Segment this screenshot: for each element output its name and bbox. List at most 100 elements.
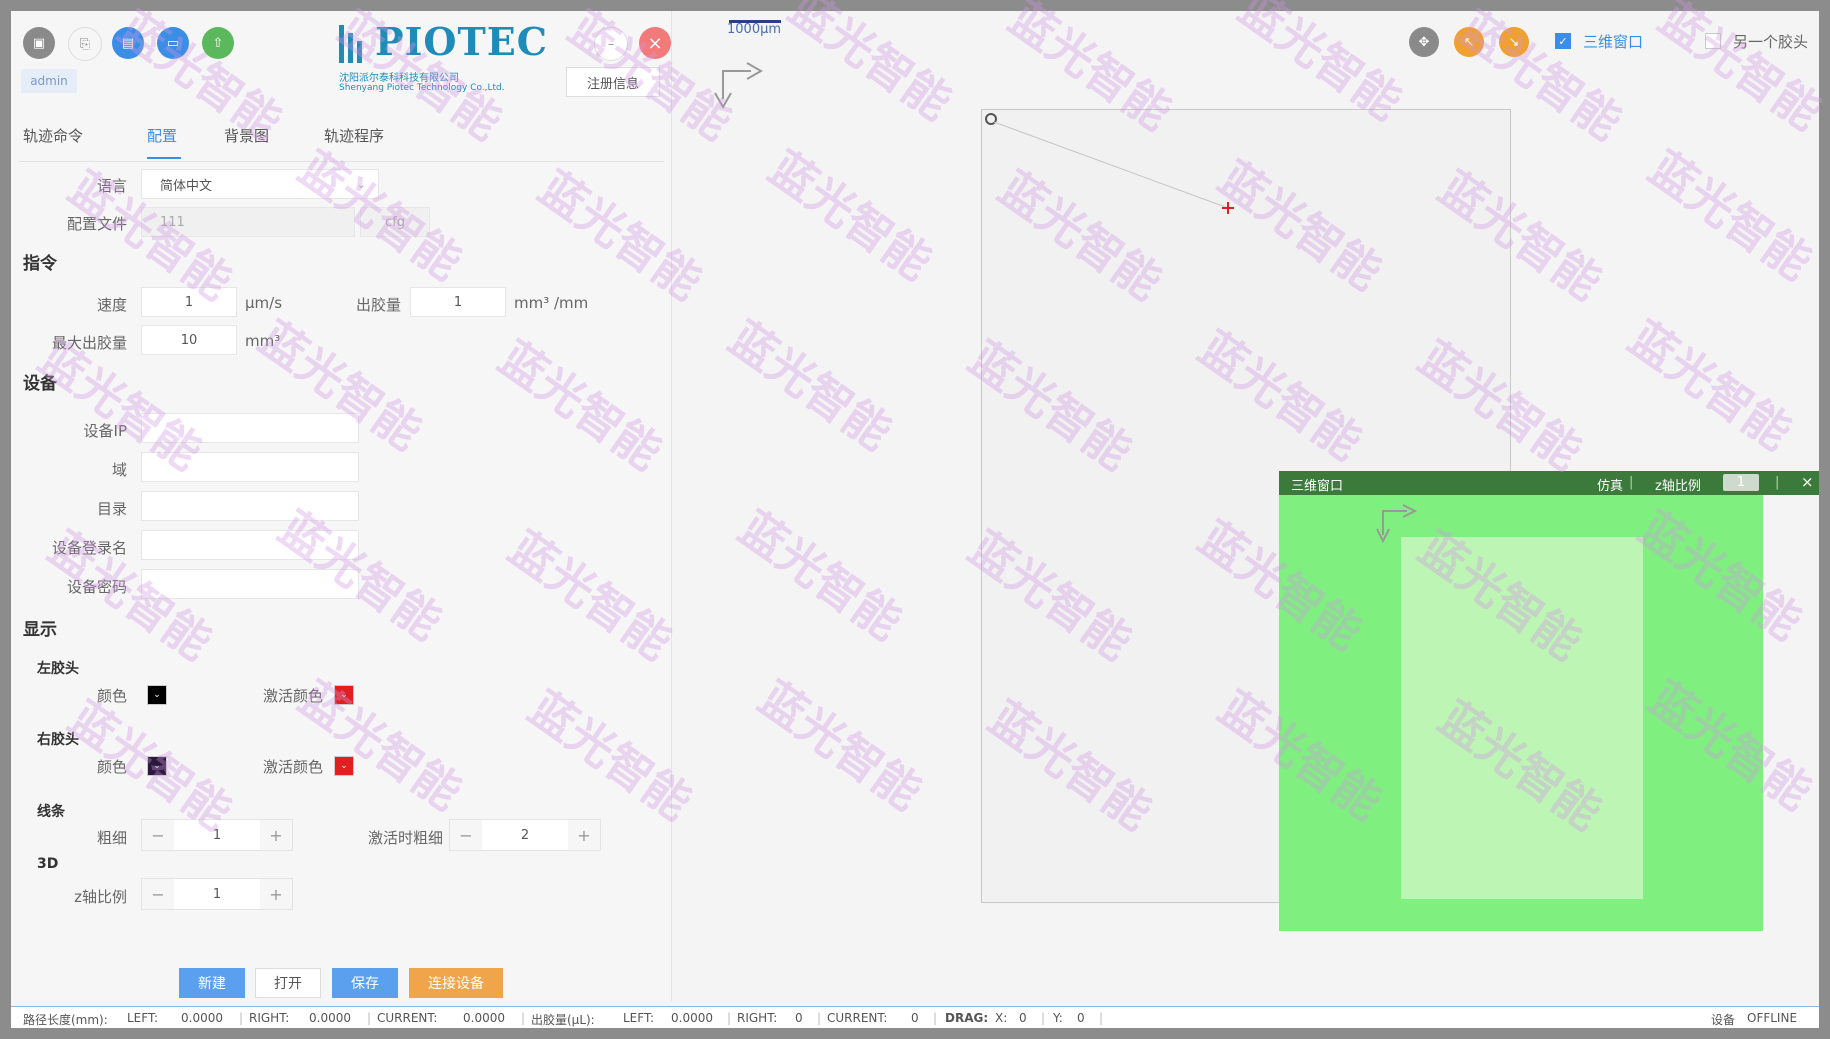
max-glue-input[interactable]: 10: [141, 325, 237, 355]
3d-z-ratio-label: z轴比例: [1655, 479, 1701, 494]
glue-current-label: CURRENT:: [827, 1011, 888, 1025]
language-value: 简体中文: [160, 178, 213, 194]
glue-right-value: 0: [795, 1011, 803, 1025]
open-button[interactable]: 打开: [255, 968, 321, 998]
drag-y-label: Y:: [1053, 1011, 1063, 1025]
device-password-label: 设备密码: [66, 578, 127, 596]
right-head-heading: 右胶头: [37, 732, 79, 748]
domain-input[interactable]: [141, 452, 359, 482]
3d-z-ratio-input[interactable]: 1: [1723, 474, 1759, 491]
active-thickness-label: 激活时粗细: [367, 829, 443, 847]
device-login-input[interactable]: [141, 530, 359, 560]
increment-icon[interactable]: +: [260, 879, 292, 909]
device-ip-input[interactable]: [141, 413, 359, 443]
folder-icon[interactable]: ▭: [157, 27, 189, 59]
path-left-value: 0.0000: [181, 1011, 223, 1025]
thickness-stepper[interactable]: − 1 +: [141, 819, 293, 851]
max-glue-unit: mm³: [245, 332, 281, 350]
config-file-input[interactable]: 111: [141, 207, 355, 237]
glue-amount-label: 出胶量: [355, 296, 401, 314]
right-active-color-label: 激活颜色: [262, 758, 323, 776]
close-button[interactable]: ×: [639, 27, 671, 59]
z-ratio-label: z轴比例: [74, 888, 127, 906]
increment-icon[interactable]: +: [568, 820, 600, 850]
decrement-icon[interactable]: −: [450, 820, 482, 850]
glue-amount-unit: mm³ /mm: [514, 294, 589, 312]
save-button[interactable]: 保存: [332, 968, 398, 998]
decrement-icon[interactable]: −: [142, 820, 174, 850]
logo-subtitle-cn: 沈阳派尔泰科科技有限公司: [339, 73, 459, 84]
3d-work-surface: [1401, 537, 1643, 899]
glue-current-value: 0: [911, 1011, 919, 1025]
tab-trajectory-program[interactable]: 轨迹程序: [324, 125, 384, 146]
3d-window-titlebar[interactable]: 三维窗口 仿真 | z轴比例 1 | ×: [1279, 471, 1819, 495]
connect-device-button[interactable]: 连接设备: [409, 968, 503, 998]
other-head-checkbox[interactable]: [1705, 33, 1721, 49]
zoom-in-icon[interactable]: ↖: [1454, 27, 1484, 57]
language-select[interactable]: 简体中文 ⌄: [141, 169, 379, 199]
thickness-label: 粗细: [96, 829, 127, 847]
config-file-ext: cfg: [360, 207, 430, 237]
glue-left-value: 0.0000: [671, 1011, 713, 1025]
axis-indicator-icon: [714, 62, 764, 110]
save-icon[interactable]: ▣: [23, 27, 55, 59]
right-color-picker[interactable]: ⌄: [147, 756, 167, 776]
drag-x-label: X:: [995, 1011, 1008, 1025]
speed-input[interactable]: 1: [141, 287, 237, 317]
3d-axis-indicator-icon: [1376, 504, 1418, 544]
3d-window[interactable]: 三维窗口 仿真 | z轴比例 1 | ×: [1279, 471, 1819, 931]
cursor-crosshair-icon: [1222, 202, 1234, 214]
3d-window-close-icon[interactable]: ×: [1801, 473, 1814, 491]
language-label: 语言: [96, 177, 127, 195]
left-active-color-picker[interactable]: ⌄: [334, 685, 354, 705]
active-thickness-stepper[interactable]: − 2 +: [449, 819, 601, 851]
z-ratio-stepper[interactable]: − 1 +: [141, 878, 293, 910]
tab-bar: 轨迹命令 配置 背景图 轨迹程序: [19, 115, 664, 162]
tab-background[interactable]: 背景图: [224, 125, 269, 146]
3d-window-checkbox[interactable]: ✓: [1555, 33, 1571, 49]
decrement-icon[interactable]: −: [142, 879, 174, 909]
glue-amount-status-label: 出胶量(μL):: [531, 1013, 595, 1027]
glue-right-label: RIGHT:: [737, 1011, 778, 1025]
glue-amount-input[interactable]: 1: [410, 287, 506, 317]
section-display: 显示: [23, 620, 57, 640]
path-right-label: RIGHT:: [249, 1011, 290, 1025]
section-device: 设备: [23, 374, 57, 394]
left-color-picker[interactable]: ⌄: [147, 685, 167, 705]
trajectory-line: [993, 121, 1229, 209]
save-as-icon[interactable]: ⎘: [68, 27, 102, 61]
tab-config[interactable]: 配置: [147, 125, 177, 146]
move-icon[interactable]: ✥: [1409, 27, 1439, 57]
thickness-value: 1: [212, 827, 222, 843]
3d-viewport[interactable]: [1279, 495, 1763, 931]
domain-label: 域: [111, 461, 127, 479]
minimize-button[interactable]: –: [594, 27, 628, 61]
device-password-input[interactable]: [141, 569, 359, 599]
drag-y-value: 0: [1077, 1011, 1085, 1025]
status-bar: 路径长度(mm): LEFT: 0.0000 | RIGHT: 0.0000 |…: [11, 1006, 1819, 1028]
new-button[interactable]: 新建: [179, 968, 245, 998]
glue-left-label: LEFT:: [623, 1011, 655, 1025]
3d-window-checkbox-label: 三维窗口: [1583, 33, 1644, 51]
path-left-label: LEFT:: [127, 1011, 159, 1025]
logo-mark-icon: [339, 25, 369, 63]
increment-icon[interactable]: +: [260, 820, 292, 850]
active-tab-indicator: [147, 157, 181, 159]
3d-window-title: 三维窗口: [1291, 479, 1344, 494]
section-command: 指令: [23, 254, 57, 274]
directory-input[interactable]: [141, 491, 359, 521]
zoom-out-icon[interactable]: ↘: [1499, 27, 1529, 57]
simulate-button[interactable]: 仿真: [1597, 475, 1623, 494]
open-file-icon[interactable]: ▤: [112, 27, 144, 59]
register-info-button[interactable]: 注册信息: [566, 67, 660, 97]
left-active-color-label: 激活颜色: [262, 687, 323, 705]
tab-trajectory-command[interactable]: 轨迹命令: [23, 125, 83, 146]
drag-label: DRAG:: [945, 1011, 989, 1025]
path-length-label: 路径长度(mm):: [23, 1013, 108, 1027]
app-window: ▣ ⎘ ▤ ▭ ⇧ admin PIOTEC 沈阳派尔泰科科技有限公司 Shen…: [11, 11, 1819, 1028]
right-active-color-picker[interactable]: ⌄: [334, 756, 354, 776]
path-current-label: CURRENT:: [377, 1011, 438, 1025]
device-ip-label: 设备IP: [83, 422, 127, 440]
upload-icon[interactable]: ⇧: [202, 27, 234, 59]
speed-label: 速度: [96, 296, 127, 314]
